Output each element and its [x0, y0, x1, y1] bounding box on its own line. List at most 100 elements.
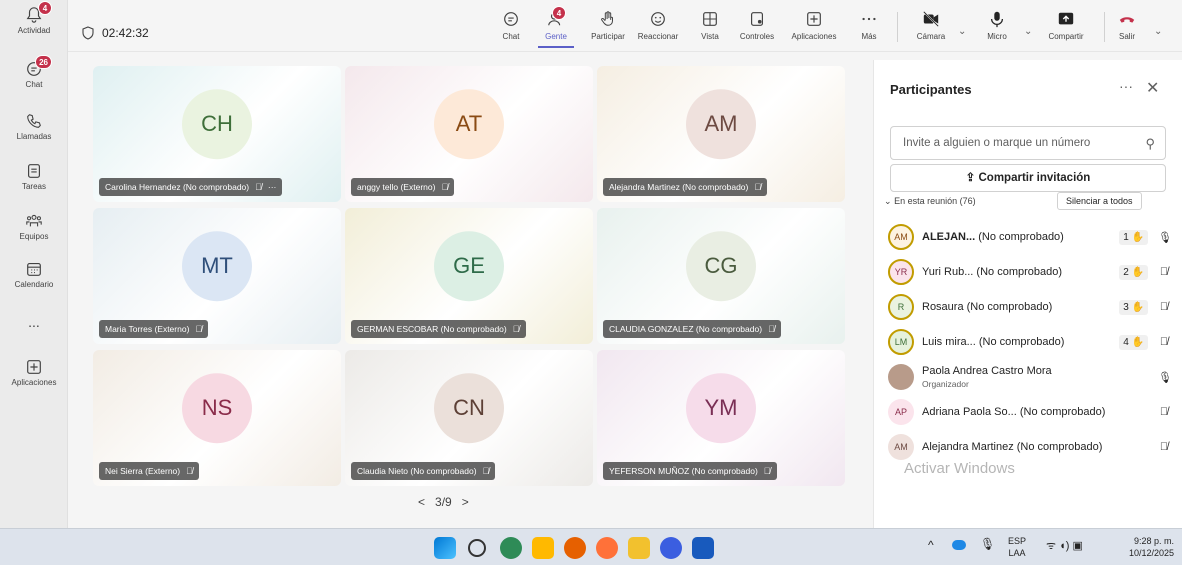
mic-tray-icon[interactable]: 🎙 — [980, 538, 995, 550]
invite-search-input[interactable]: Invite a alguien o marque un número ⚲ — [890, 126, 1166, 160]
folder-icon[interactable] — [628, 537, 650, 559]
rail-more[interactable]: ... — [0, 314, 68, 330]
toolbar-more-button[interactable]: Más — [858, 10, 880, 41]
wifi-volume-battery-icons[interactable]: ᯤ ◖) ▣ — [1046, 540, 1083, 552]
mute-all-button[interactable]: Silenciar a todos — [1057, 192, 1142, 210]
share-invite-icon: ⇪ — [965, 172, 976, 184]
participant-row[interactable]: AM Alejandra Martinez (No comprobado) 🎙̸ — [888, 430, 1170, 464]
panel-more-options-icon[interactable]: ··· — [1119, 78, 1133, 94]
rail-apps[interactable]: Aplicaciones — [0, 358, 68, 387]
calendar-icon — [25, 260, 43, 278]
participant-name-text: Alejandra Martinez (No comprobado) — [922, 441, 1103, 453]
language-indicator[interactable]: ESP LAA — [1008, 535, 1026, 559]
camera-options-chevron-icon[interactable]: ⌄ — [958, 26, 966, 37]
participant-avatar: AM — [888, 434, 914, 460]
clock[interactable]: 9:28 p. m. 10/12/2025 — [1118, 535, 1174, 559]
participant-row[interactable]: LM Luis mira... (No comprobado) 4 ✋ 🎙̸ — [888, 325, 1170, 359]
app-icon[interactable] — [660, 537, 682, 559]
raise-hand-icon — [601, 11, 613, 26]
file-explorer-icon[interactable] — [532, 537, 554, 559]
participant-name-label: Alejandra Martinez (No comprobado) 🎙̸ — [603, 178, 768, 196]
mic-muted-icon[interactable]: 🎙̸ — [1158, 406, 1170, 418]
microphone-icon — [990, 11, 1004, 28]
share-invite-button[interactable]: ⇪ Compartir invitación — [890, 164, 1166, 192]
mic-muted-icon[interactable]: 🎙̸ — [1158, 266, 1170, 278]
participant-row[interactable]: R Rosaura (No comprobado) 3 ✋ 🎙̸ — [888, 290, 1170, 324]
participant-avatar: GE — [434, 231, 504, 302]
mic-button[interactable]: Micro — [982, 10, 1012, 41]
rail-activity[interactable]: 4 Actividad — [0, 1, 68, 35]
mic-muted-icon[interactable]: 🎙̸ — [1158, 301, 1170, 313]
participant-row[interactable]: AP Adriana Paola So... (No comprobado) 🎙̸ — [888, 395, 1170, 429]
participant-row[interactable]: Paola Andrea Castro Mora Organizador 🎙 — [888, 360, 1172, 394]
share-screen-button[interactable]: Compartir — [1042, 10, 1090, 41]
camera-off-icon — [923, 11, 939, 27]
participant-tile[interactable]: YM YEFERSON MUÑOZ (No comprobado) 🎙̸ — [597, 350, 845, 486]
participant-tile[interactable]: CN Claudia Nieto (No comprobado) 🎙̸ — [345, 350, 593, 486]
participant-name: Paola Andrea Castro Mora Organizador — [922, 365, 1158, 389]
participant-tile[interactable]: NS Nei Sierra (Externo) 🎙̸ — [93, 350, 341, 486]
toolbar-chat-button[interactable]: Chat — [496, 10, 526, 41]
rail-calls[interactable]: Llamadas — [0, 112, 68, 141]
participant-tile[interactable]: CG CLAUDIA GONZALEZ (No comprobado) 🎙̸ — [597, 208, 845, 344]
participant-tile[interactable]: GE GERMAN ESCOBAR (No comprobado) 🎙̸ — [345, 208, 593, 344]
toolbar-controls-button[interactable]: Controles — [736, 10, 778, 41]
rail-chat[interactable]: 26 Chat — [0, 55, 68, 89]
tray-chevron-icon[interactable]: ^ — [928, 539, 934, 551]
mic-muted-icon[interactable]: 🎙̸ — [1158, 441, 1170, 453]
camera-button[interactable]: Cámara — [914, 10, 948, 41]
participant-row[interactable]: AM ALEJAN... (No comprobado) 1 ✋ 🎙 — [888, 220, 1172, 254]
participant-tile[interactable]: AT anggy tello (Externo) 🎙̸ — [345, 66, 593, 202]
mic-muted-icon: 🎙̸ — [512, 324, 520, 334]
participant-tile[interactable]: AM Alejandra Martinez (No comprobado) 🎙̸ — [597, 66, 845, 202]
onedrive-icon[interactable] — [952, 540, 966, 550]
tile-more-options-icon[interactable]: ··· — [268, 182, 277, 192]
participant-name: YEFERSON MUÑOZ (No comprobado) — [609, 466, 758, 476]
firefox-icon[interactable] — [596, 537, 618, 559]
participant-avatar — [888, 364, 914, 390]
raise-hand-icon: ✋ — [1128, 266, 1144, 278]
toolbar-chat-label: Chat — [502, 32, 520, 41]
copilot-icon[interactable] — [500, 537, 522, 559]
participant-name: anggy tello (Externo) — [357, 182, 436, 192]
rail-label-activity: Actividad — [17, 26, 51, 35]
participant-role: Organizador — [922, 379, 969, 389]
leave-options-chevron-icon[interactable]: ⌄ — [1154, 26, 1162, 37]
timer-value: 02:42:32 — [102, 26, 149, 40]
toolbar-view-button[interactable]: Vista — [696, 10, 724, 41]
mic-muted-icon[interactable]: 🎙̸ — [1158, 336, 1170, 348]
mic-label: Micro — [987, 32, 1007, 41]
participant-name-text: Paola Andrea Castro Mora — [922, 365, 1052, 377]
panel-close-icon[interactable]: ✕ — [1146, 78, 1159, 98]
chrome-icon[interactable] — [564, 537, 586, 559]
toolbar-people-button[interactable]: 4 Gente — [538, 6, 574, 48]
clock-date: 10/12/2025 — [1128, 548, 1174, 558]
in-meeting-section-header[interactable]: ⌄ En esta reunión (76) — [884, 196, 976, 207]
participant-tile[interactable]: MT Maria Torres (Externo) 🎙̸ — [93, 208, 341, 344]
leave-button[interactable]: Salir — [1112, 10, 1142, 41]
word-icon[interactable] — [692, 537, 714, 559]
start-icon[interactable] — [434, 537, 456, 559]
mic-on-icon[interactable]: 🎙 — [1158, 231, 1172, 244]
participant-avatar: CN — [434, 373, 504, 444]
pager-next-button[interactable]: > — [462, 495, 469, 509]
pager-prev-button[interactable]: < — [418, 495, 425, 509]
mic-muted-icon: 🎙̸ — [482, 466, 490, 476]
meeting-timer: 02:42:32 — [82, 26, 149, 40]
rail-teams[interactable]: Equipos — [0, 212, 68, 241]
rail-more-label: ... — [28, 314, 40, 330]
search-icon[interactable] — [468, 539, 486, 557]
rail-tasks[interactable]: Tareas — [0, 162, 68, 191]
rail-calendar[interactable]: Calendario — [0, 260, 68, 289]
participant-tile[interactable]: CH Carolina Hernandez (No comprobado) 🎙̸ ··… — [93, 66, 341, 202]
grid-view-icon — [703, 12, 717, 26]
rail-label-apps: Aplicaciones — [11, 378, 57, 387]
mic-options-chevron-icon[interactable]: ⌄ — [1024, 26, 1032, 37]
toolbar-divider — [897, 12, 898, 42]
toolbar-apps-button[interactable]: Aplicaciones — [786, 10, 842, 41]
toolbar-raise-hand-button[interactable]: Participar — [586, 10, 630, 41]
participant-row[interactable]: YR Yuri Rub... (No comprobado) 2 ✋ 🎙̸ — [888, 255, 1170, 289]
participant-name-text: Adriana Paola So... (No comprobado) — [922, 406, 1106, 418]
mic-on-icon[interactable]: 🎙 — [1158, 371, 1172, 384]
toolbar-react-button[interactable]: Reaccionar — [634, 10, 682, 41]
